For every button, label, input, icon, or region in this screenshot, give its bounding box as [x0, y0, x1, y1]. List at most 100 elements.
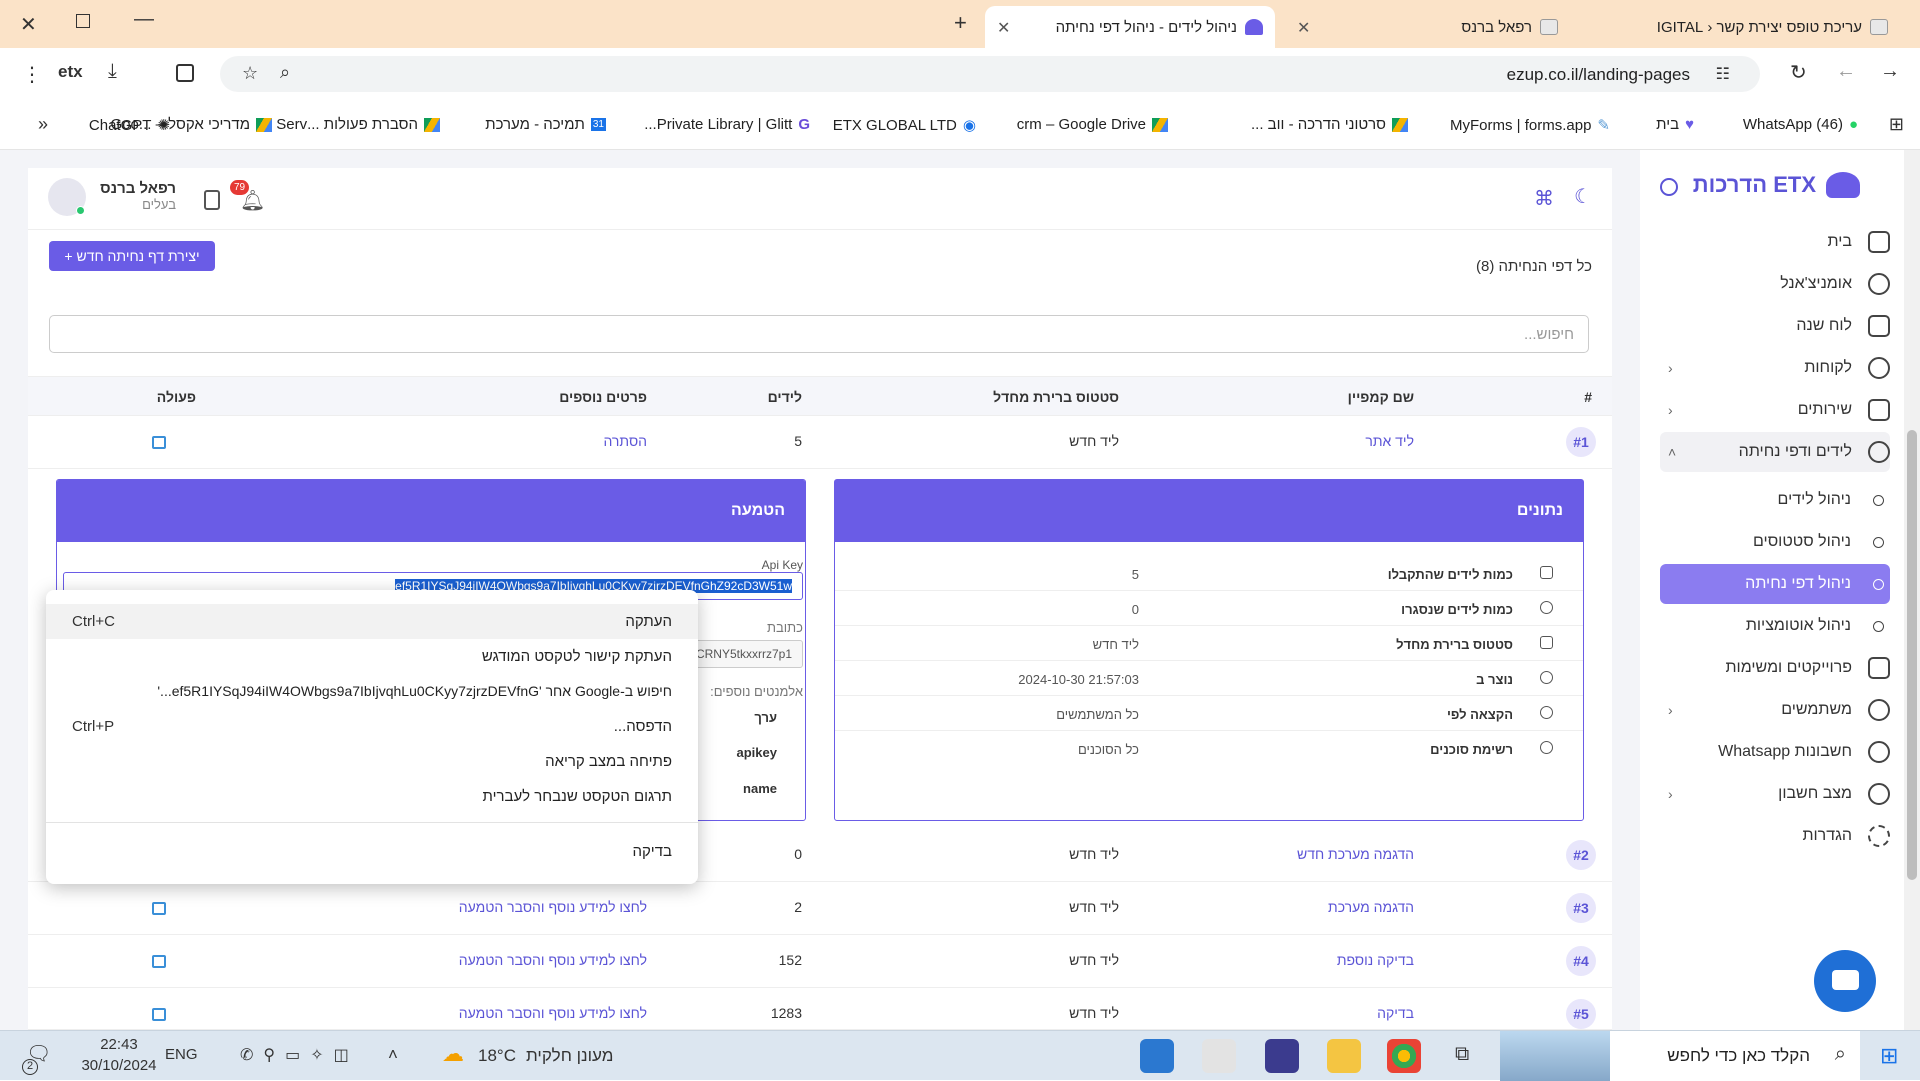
bookmark-whatsapp[interactable]: ● (46) WhatsApp [1743, 116, 1858, 133]
menu-item-search-google[interactable]: חיפוש ב-Google אחר 'ef5R1IYSqJ94iIW4OWbg… [46, 674, 698, 709]
bookmark-chatgpt[interactable]: ✺ ChatGPT [89, 116, 170, 135]
back-icon[interactable]: → [1880, 60, 1900, 83]
chat-launcher-button[interactable] [1814, 950, 1876, 1012]
sidebar-item-users[interactable]: משתמשים ‹ [1660, 690, 1890, 730]
windows-start-icon[interactable]: ⊞ [1880, 1043, 1898, 1069]
apps-grid-icon[interactable]: ⊞ [1889, 114, 1904, 135]
create-landing-page-button[interactable]: + יצירת דף נחיתה חדש [49, 241, 215, 271]
chevron-up-icon[interactable]: ˄ [388, 1045, 398, 1065]
collapse-sidebar-icon[interactable] [1660, 178, 1678, 196]
close-tab-icon[interactable]: ✕ [997, 18, 1010, 38]
star-icon[interactable]: ☆ [242, 63, 258, 84]
circle-icon [1873, 620, 1884, 632]
sidebar-item-services[interactable]: שירותים ‹ [1660, 390, 1890, 430]
circle-logo-icon: ◉ [962, 117, 976, 134]
bookmark-actions[interactable]: הסברת פעולות ...Serv [276, 116, 440, 133]
menu-item-copy[interactable]: העתקה Ctrl+C [46, 604, 698, 639]
edit-icon[interactable] [152, 1008, 166, 1021]
omnibox[interactable]: ☆ ⌕ ezup.co.il/landing-pages ☷ [220, 56, 1760, 92]
sidebar-item-calendar[interactable]: לוח שנה [1660, 306, 1890, 346]
calendar-icon [1540, 566, 1553, 579]
restore-window-icon[interactable] [76, 14, 90, 28]
moon-icon[interactable]: ☾ [1574, 184, 1592, 209]
sidebar-item-omnichannel[interactable]: אומניצ'אנל [1660, 264, 1890, 304]
new-tab-icon[interactable]: + [954, 10, 967, 36]
temperature[interactable]: 18°C [478, 1046, 516, 1066]
taskbar-search[interactable]: ⌕ הקלד כאן כדי לחפש [1500, 1031, 1860, 1081]
task-view-icon[interactable]: ⧉ [1455, 1043, 1469, 1066]
close-tab-icon[interactable]: ✕ [1297, 18, 1310, 38]
download-icon[interactable]: ⤓ [108, 60, 117, 83]
online-status-icon [76, 206, 85, 215]
clipboard-icon[interactable] [204, 190, 220, 210]
menu-item-print[interactable]: הדפסה... Ctrl+P [46, 709, 698, 744]
file-explorer-icon[interactable] [1327, 1039, 1361, 1073]
scrollbar-thumb[interactable] [1907, 430, 1917, 880]
layers-icon [1868, 399, 1890, 421]
table-row[interactable]: #1 ליד אתר ליד חדש 5 הסתרה [28, 416, 1612, 469]
bookmark-support[interactable]: 31 תמיכה - מערכת [485, 116, 606, 133]
weather-icon[interactable]: ☁ [442, 1041, 464, 1067]
tab-landing-pages[interactable]: ✕ ניהול לידים - ניהול דפי נחיתה [985, 6, 1275, 48]
weather-text[interactable]: מעונן חלקית [526, 1046, 613, 1066]
search-input[interactable]: חיפוש... [49, 315, 1589, 353]
edit-icon[interactable] [152, 436, 166, 449]
bookmark-videos[interactable]: סרטוני הדרכה - ווב ... [1251, 116, 1408, 133]
menu-item-reading-mode[interactable]: פתיחה במצב קריאה [46, 744, 698, 779]
sidebar-item-whatsapp[interactable]: חשבונות Whatsapp [1660, 732, 1890, 772]
language-indicator[interactable]: ENG [165, 1046, 198, 1063]
menu-dots-icon[interactable]: ⋮ [22, 62, 42, 87]
etx-app-icon[interactable] [1202, 1039, 1236, 1073]
brand[interactable]: ETX הדרכות [1693, 172, 1860, 198]
sidebar-item-manage-automations[interactable]: ניהול אוטומציות [1660, 606, 1890, 646]
sidebar-item-customers[interactable]: לקוחות ‹ [1660, 348, 1890, 388]
extensions-icon[interactable] [176, 64, 194, 82]
site-settings-icon[interactable]: ☷ [1716, 64, 1730, 84]
close-window-icon[interactable]: ✕ [20, 12, 37, 37]
more-bookmarks-icon[interactable]: « [38, 114, 48, 135]
zoom-icon[interactable]: ⌕ [280, 62, 290, 83]
table-row[interactable]: #4 בדיקה נוספת ליד חדש 152 לחצו למידע נו… [28, 935, 1612, 988]
url-text[interactable]: ezup.co.il/landing-pages [1507, 65, 1690, 85]
tab-rafael[interactable]: ✕ רפאל ברנס [1285, 6, 1570, 48]
reload-icon[interactable]: ↻ [1790, 60, 1807, 85]
etx-heart-icon [1245, 19, 1263, 35]
etx-extension-icon[interactable]: etx [58, 62, 83, 82]
brand-name: ETX הדרכות [1692, 172, 1816, 197]
sidebar-item-manage-leads[interactable]: ניהול לידים [1660, 480, 1890, 520]
avatar[interactable] [48, 178, 86, 216]
sidebar-item-leads[interactable]: לידים ודפי נחיתה ˄ [1660, 432, 1890, 472]
menu-item-inspect[interactable]: בדיקה [46, 834, 698, 869]
sidebar-item-manage-statuses[interactable]: ניהול סטטוסים [1660, 522, 1890, 562]
sidebar-item-home[interactable]: בית [1660, 222, 1890, 262]
edit-icon[interactable] [152, 955, 166, 968]
smile-icon [1540, 706, 1553, 719]
bookmark-myforms[interactable]: ✎ MyForms | forms.app [1450, 116, 1610, 135]
photos-app-icon[interactable] [1140, 1039, 1174, 1073]
command-icon[interactable]: ⌘ [1534, 186, 1554, 211]
user-info[interactable]: רפאל ברנס בעלים [96, 180, 176, 212]
menu-item-copy-link-highlight[interactable]: העתקת קישור לטקסט המודגש [46, 639, 698, 674]
chrome-icon[interactable] [1387, 1039, 1421, 1073]
minimize-window-icon[interactable]: — [134, 8, 154, 31]
bookmark-etx-global[interactable]: ◉ ETX GLOBAL LTD [833, 116, 976, 135]
system-tray-icons[interactable]: ✆⚲▭✧◫ [240, 1045, 359, 1065]
sidebar-item-projects[interactable]: פרוייקטים ומשימות [1660, 648, 1890, 688]
clock-date[interactable]: 30/10/2024 [74, 1057, 164, 1074]
table-row[interactable]: #5 בדיקה ליד חדש 1283 לחצו למידע נוסף וה… [28, 988, 1612, 1030]
bookmark-crm-drive[interactable]: crm – Google Drive [1017, 116, 1168, 133]
table-row[interactable]: #3 הדגמה מערכת ליד חדש 2 לחצו למידע נוסף… [28, 882, 1612, 935]
clock-time[interactable]: 22:43 [74, 1036, 164, 1053]
tab-contact-form[interactable]: עריכת טופס יצירת קשר ‹ IGITAL [1580, 6, 1900, 48]
edit-icon[interactable] [152, 902, 166, 915]
sidebar-item-manage-landing-pages[interactable]: ניהול דפי נחיתה [1660, 564, 1890, 604]
bookmark-home[interactable]: ♥ בית [1656, 116, 1694, 133]
chatgpt-icon: ✺ [157, 117, 170, 134]
bookmark-glitter[interactable]: G Private Library | Glitt... [644, 116, 810, 133]
glitter-app-icon[interactable] [1265, 1039, 1299, 1073]
forward-icon[interactable]: ← [1836, 60, 1856, 83]
menu-item-translate[interactable]: תרגום הטקסט שנבחר לעברית [46, 779, 698, 814]
page-scrollbar[interactable] [1904, 150, 1920, 1030]
sidebar-item-account[interactable]: מצב חשבון ‹ [1660, 774, 1890, 814]
sidebar-item-settings[interactable]: הגדרות [1660, 816, 1890, 856]
